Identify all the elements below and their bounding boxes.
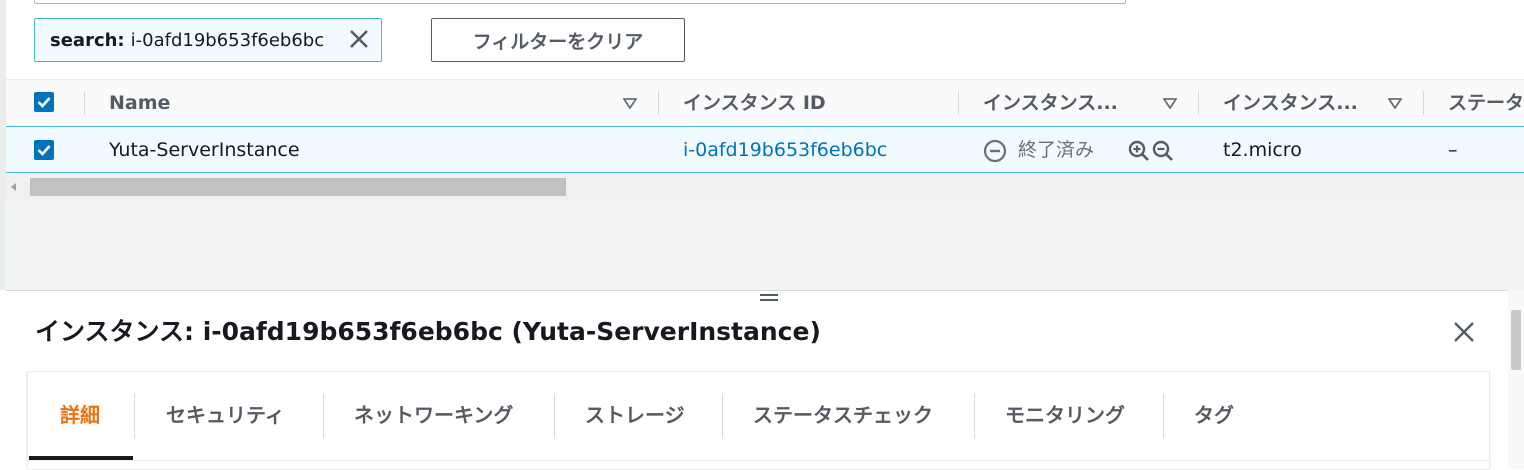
resize-handle-icon[interactable] bbox=[760, 294, 778, 304]
column-header-name[interactable]: Name bbox=[109, 80, 170, 126]
detail-title: インスタンス: i-0afd19b653f6eb6bc (Yuta-Server… bbox=[35, 317, 821, 346]
cell-instance-state: 終了済み bbox=[1018, 139, 1095, 161]
horizontal-scrollbar-thumb[interactable] bbox=[30, 178, 566, 196]
column-divider bbox=[84, 91, 85, 115]
tab-monitoring[interactable]: モニタリング bbox=[1005, 395, 1125, 435]
sort-type-icon[interactable] bbox=[1388, 96, 1402, 110]
tab-storage[interactable]: ストレージ bbox=[585, 395, 685, 435]
scroll-left-arrow-icon[interactable] bbox=[11, 183, 16, 191]
sort-name-icon[interactable] bbox=[623, 96, 637, 110]
tab-divider bbox=[134, 394, 135, 438]
instance-id-link[interactable]: i-0afd19b653f6eb6bc bbox=[683, 127, 887, 173]
close-icon[interactable] bbox=[1452, 320, 1476, 344]
stopped-state-icon bbox=[983, 139, 1007, 163]
column-divider bbox=[1423, 91, 1424, 115]
tab-divider bbox=[554, 394, 555, 438]
zoom-in-icon[interactable] bbox=[1127, 139, 1151, 163]
remove-filter-icon[interactable] bbox=[347, 27, 371, 51]
tab-divider bbox=[722, 394, 723, 438]
sort-state-icon[interactable] bbox=[1163, 96, 1177, 110]
select-all-checkbox[interactable] bbox=[34, 92, 54, 112]
column-divider bbox=[1198, 91, 1199, 115]
column-header-instance-state[interactable]: インスタンス... bbox=[983, 80, 1118, 126]
tabs-baseline bbox=[28, 460, 1489, 461]
clear-filters-button[interactable]: フィルターをクリア bbox=[431, 18, 685, 62]
tab-networking[interactable]: ネットワーキング bbox=[354, 395, 513, 435]
tab-divider bbox=[1163, 394, 1164, 438]
column-divider bbox=[658, 91, 659, 115]
vertical-scrollbar-thumb[interactable] bbox=[1511, 310, 1521, 370]
tab-status-checks[interactable]: ステータスチェック bbox=[753, 395, 933, 435]
row-checkbox[interactable] bbox=[34, 140, 54, 160]
column-divider bbox=[958, 91, 959, 115]
tab-security[interactable]: セキュリティ bbox=[166, 395, 285, 435]
column-header-status-check[interactable]: ステータ bbox=[1448, 80, 1524, 126]
zoom-out-icon[interactable] bbox=[1151, 139, 1175, 163]
cell-status-check: – bbox=[1448, 139, 1458, 161]
filter-token: search: i-0afd19b653f6eb6bc bbox=[34, 18, 382, 62]
tab-divider bbox=[974, 394, 975, 438]
filter-token-value: i-0afd19b653f6eb6bc bbox=[130, 29, 325, 51]
check-icon bbox=[37, 145, 51, 156]
tab-tags[interactable]: タグ bbox=[1194, 395, 1234, 435]
cell-instance-type: t2.micro bbox=[1223, 139, 1302, 161]
tab-details[interactable]: 詳細 bbox=[60, 395, 100, 435]
pane-splitter-area bbox=[6, 200, 1524, 290]
cell-name: Yuta-ServerInstance bbox=[109, 139, 300, 161]
check-icon bbox=[37, 97, 51, 108]
filter-token-key: search: bbox=[50, 29, 125, 51]
search-input[interactable] bbox=[34, 0, 1126, 4]
column-header-instance-id[interactable]: インスタンス ID bbox=[683, 80, 826, 126]
tab-divider bbox=[323, 394, 324, 438]
column-header-instance-type[interactable]: インスタンス... bbox=[1223, 80, 1358, 126]
